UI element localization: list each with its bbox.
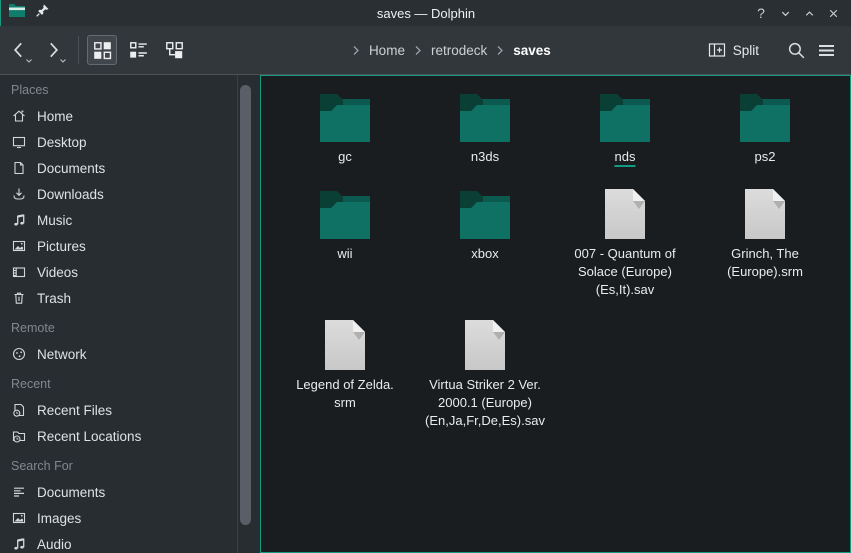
sidebar-item-recent-locations[interactable]: Recent Locations bbox=[0, 423, 260, 449]
sidebar-item-home[interactable]: Home bbox=[0, 103, 260, 129]
item-label: ps2 bbox=[755, 148, 776, 166]
recent-locations-icon bbox=[11, 428, 27, 444]
pin-icon[interactable] bbox=[35, 3, 50, 23]
desktop-icon bbox=[11, 134, 27, 150]
back-button[interactable] bbox=[4, 34, 34, 66]
menu-button[interactable] bbox=[811, 35, 841, 65]
toolbar-separator bbox=[78, 36, 79, 64]
hamburger-icon bbox=[817, 42, 836, 59]
app-icon bbox=[8, 3, 26, 23]
icons-view-button[interactable] bbox=[87, 35, 117, 65]
item-label: gc bbox=[338, 148, 352, 166]
sidebar-item-recent-files[interactable]: Recent Files bbox=[0, 397, 260, 423]
item-label: Virtua Striker 2 Ver. 2000.1 (Europe) (E… bbox=[425, 376, 545, 430]
image-icon bbox=[11, 510, 27, 526]
sidebar-item-videos[interactable]: Videos bbox=[0, 259, 260, 285]
details-view-button[interactable] bbox=[123, 35, 153, 65]
help-button[interactable]: ? bbox=[749, 1, 773, 25]
sidebar-item-search-images[interactable]: Images bbox=[0, 505, 260, 531]
trash-icon bbox=[11, 290, 27, 306]
item-label: Grinch, The (Europe).srm bbox=[727, 245, 803, 281]
breadcrumb-current[interactable]: saves bbox=[513, 43, 551, 58]
file-item-grinch[interactable]: Grinch, The (Europe).srm bbox=[695, 190, 835, 299]
forward-history-caret bbox=[59, 58, 67, 64]
folder-item-ps2[interactable]: ps2 bbox=[695, 93, 835, 166]
sidebar-item-desktop[interactable]: Desktop bbox=[0, 129, 260, 155]
split-button[interactable]: Split bbox=[708, 42, 759, 58]
folder-icon bbox=[457, 190, 513, 240]
sidebar-item-music[interactable]: Music bbox=[0, 207, 260, 233]
split-label: Split bbox=[733, 43, 759, 58]
sidebar-scrollbar[interactable] bbox=[240, 85, 251, 525]
sidebar-item-search-audio[interactable]: Audio bbox=[0, 531, 260, 553]
sidebar-item-downloads[interactable]: Downloads bbox=[0, 181, 260, 207]
toolbar: Home retrodeck saves Split bbox=[0, 26, 851, 75]
text-lines-icon bbox=[11, 484, 27, 500]
document-icon bbox=[11, 160, 27, 176]
chevron-right-icon bbox=[496, 45, 504, 56]
breadcrumb: Home retrodeck saves bbox=[195, 43, 708, 58]
music-note-icon bbox=[11, 212, 27, 228]
image-icon bbox=[11, 238, 27, 254]
home-icon bbox=[11, 108, 27, 124]
folder-item-wii[interactable]: wii bbox=[275, 190, 415, 299]
split-view-icon bbox=[708, 42, 726, 58]
file-icon bbox=[323, 321, 367, 371]
places-panel: Places Home Desktop Documents Downloads … bbox=[0, 75, 260, 553]
recent-files-icon bbox=[11, 402, 27, 418]
item-label: xbox bbox=[471, 245, 498, 263]
sidebar-item-documents[interactable]: Documents bbox=[0, 155, 260, 181]
search-icon bbox=[787, 41, 806, 60]
item-label: nds bbox=[615, 148, 636, 166]
panel-separator bbox=[237, 75, 238, 553]
minimize-button[interactable] bbox=[773, 1, 797, 25]
file-item-007-quantum-of-solace[interactable]: 007 - Quantum of Solace (Europe) (Es,It)… bbox=[555, 190, 695, 299]
sidebar-item-trash[interactable]: Trash bbox=[0, 285, 260, 311]
chevron-right-icon bbox=[414, 45, 422, 56]
search-button[interactable] bbox=[781, 35, 811, 65]
section-header-recent: Recent bbox=[0, 371, 260, 397]
folder-item-n3ds[interactable]: n3ds bbox=[415, 93, 555, 166]
file-icon bbox=[603, 190, 647, 240]
close-button[interactable] bbox=[821, 1, 845, 25]
download-icon bbox=[11, 186, 27, 202]
section-header-search-for: Search For bbox=[0, 453, 260, 479]
item-label: 007 - Quantum of Solace (Europe) (Es,It)… bbox=[574, 245, 675, 299]
film-icon bbox=[11, 264, 27, 280]
tree-view-button[interactable] bbox=[159, 35, 189, 65]
folder-icon bbox=[317, 190, 373, 240]
titlebar: saves — Dolphin ? bbox=[0, 0, 851, 26]
item-label: Legend of Zelda. srm bbox=[296, 376, 394, 412]
maximize-button[interactable] bbox=[797, 1, 821, 25]
folder-item-nds[interactable]: nds bbox=[555, 93, 695, 166]
folder-icon bbox=[597, 93, 653, 143]
folder-icon bbox=[317, 93, 373, 143]
file-icon bbox=[463, 321, 507, 371]
window-title: saves — Dolphin bbox=[1, 6, 851, 21]
section-header-remote: Remote bbox=[0, 315, 260, 341]
folder-item-gc[interactable]: gc bbox=[275, 93, 415, 166]
item-label: wii bbox=[337, 245, 352, 263]
sidebar-item-pictures[interactable]: Pictures bbox=[0, 233, 260, 259]
breadcrumb-home[interactable]: Home bbox=[369, 43, 405, 58]
network-icon bbox=[11, 346, 27, 362]
forward-button[interactable] bbox=[38, 34, 68, 66]
back-history-caret bbox=[25, 58, 33, 64]
folder-item-xbox[interactable]: xbox bbox=[415, 190, 555, 299]
item-label: n3ds bbox=[471, 148, 499, 166]
section-header-places: Places bbox=[0, 77, 260, 103]
music-note-icon bbox=[11, 536, 27, 552]
file-icon bbox=[743, 190, 787, 240]
folder-view[interactable]: gc n3ds nds ps2 wii xbox 007 - Quantum o… bbox=[260, 75, 851, 553]
sidebar-item-search-documents[interactable]: Documents bbox=[0, 479, 260, 505]
file-item-virtua-striker[interactable]: Virtua Striker 2 Ver. 2000.1 (Europe) (E… bbox=[415, 321, 555, 430]
breadcrumb-retrodeck[interactable]: retrodeck bbox=[431, 43, 487, 58]
chevron-right-icon bbox=[352, 45, 360, 56]
folder-icon bbox=[457, 93, 513, 143]
folder-icon bbox=[737, 93, 793, 143]
sidebar-item-network[interactable]: Network bbox=[0, 341, 260, 367]
file-item-legend-of-zelda[interactable]: Legend of Zelda. srm bbox=[275, 321, 415, 430]
